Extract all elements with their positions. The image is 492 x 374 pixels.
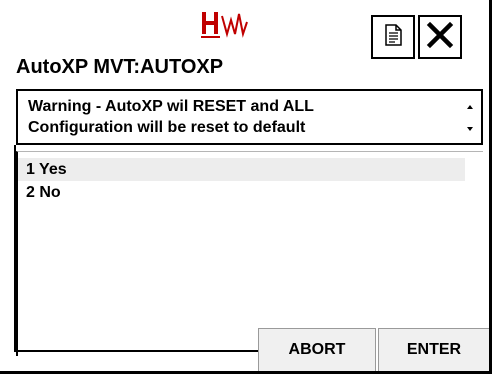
scroll-up-icon[interactable] [464, 100, 476, 112]
scroll-down-icon[interactable] [464, 122, 476, 134]
warning-line-2: Configuration will be reset to default [28, 119, 306, 136]
close-icon [426, 21, 454, 54]
list-item-no[interactable]: 2 No [18, 181, 465, 204]
divider [14, 145, 16, 352]
warning-message-box: Warning - AutoXP wil RESET and ALL Confi… [16, 89, 483, 145]
document-button[interactable] [371, 15, 415, 59]
options-list: 1 Yes 2 No [16, 151, 483, 356]
warning-line-1: Warning - AutoXP wil RESET and ALL [28, 98, 314, 115]
divider [16, 350, 258, 352]
hw-logo [198, 6, 270, 46]
document-icon [382, 23, 404, 52]
abort-button[interactable]: ABORT [258, 328, 376, 372]
list-item-yes[interactable]: 1 Yes [18, 158, 465, 181]
warning-text: Warning - AutoXP wil RESET and ALL Confi… [28, 96, 458, 138]
page-title: AutoXP MVT:AUTOXP [16, 56, 224, 78]
enter-button[interactable]: ENTER [378, 328, 490, 372]
header: AutoXP MVT:AUTOXP [0, 0, 492, 90]
close-button[interactable] [418, 15, 462, 59]
warning-scrollbar[interactable] [459, 91, 481, 143]
app-window: AutoXP MVT:AUTOXP Warning - AutoXP wil R… [0, 0, 492, 374]
